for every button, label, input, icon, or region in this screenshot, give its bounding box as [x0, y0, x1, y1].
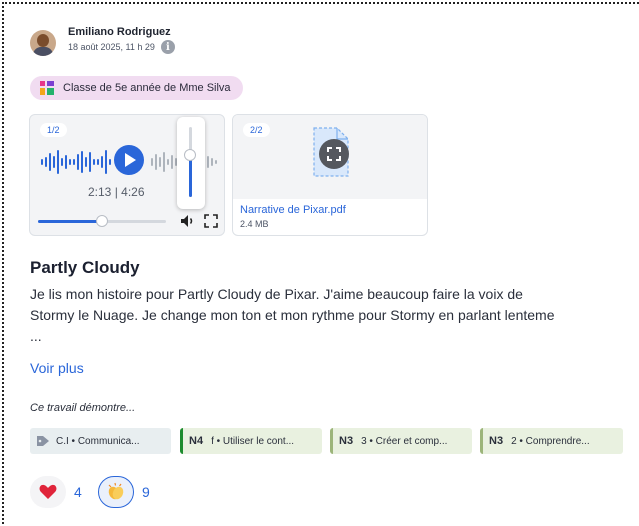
document-card[interactable]: 2/2 Narrative de Pixar.pdf 2.4 MB — [232, 114, 428, 236]
post-title: Partly Cloudy — [30, 258, 140, 277]
skill-tag[interactable]: N3 3 • Créer et comp... — [330, 428, 472, 454]
time-display: 2:13 | 4:26 — [88, 185, 145, 199]
volume-thumb[interactable] — [184, 149, 196, 161]
seek-thumb[interactable] — [96, 215, 108, 227]
skill-tag-text: 3 • Créer et comp... — [361, 435, 448, 447]
class-pill[interactable]: Classe de 5e année de Mme Silva — [30, 76, 243, 100]
info-icon[interactable]: i — [160, 40, 175, 54]
skill-tag[interactable]: N4 f • Utiliser le cont... — [180, 428, 322, 454]
document-size: 2.4 MB — [240, 219, 269, 229]
skill-tag[interactable]: C.I • Communica... — [30, 428, 171, 454]
post-header: Emiliano Rodriguez 18 août 2025, 11 h 29… — [30, 26, 175, 56]
tag-icon — [37, 436, 49, 446]
speaker-icon[interactable] — [180, 214, 196, 228]
skill-level: N4 — [189, 435, 204, 447]
audio-player-card[interactable]: 1/2 2:13 | 4:26 — [29, 114, 225, 236]
volume-slider[interactable] — [184, 127, 196, 197]
document-name[interactable]: Narrative de Pixar.pdf — [240, 204, 346, 216]
volume-level — [189, 155, 192, 197]
heart-count: 4 — [74, 484, 82, 500]
author-block: Emiliano Rodriguez 18 août 2025, 11 h 29… — [68, 26, 175, 54]
media-counter: 1/2 — [40, 123, 67, 137]
class-icon — [40, 81, 54, 95]
skill-level: N3 — [489, 435, 504, 447]
skill-tag-text: f • Utiliser le cont... — [211, 435, 295, 447]
avatar[interactable] — [30, 30, 56, 56]
heart-reaction: 4 — [30, 476, 82, 508]
expand-icon[interactable] — [319, 139, 349, 169]
post-description: Je lis mon histoire pour Partly Cloudy d… — [30, 286, 555, 344]
clap-count: 9 — [142, 484, 150, 500]
fullscreen-icon[interactable] — [204, 214, 218, 228]
clapping-hands-icon — [108, 482, 124, 500]
skill-tag-text: 2 • Comprendre... — [511, 435, 590, 447]
skill-tag-text: C.I • Communica... — [56, 435, 140, 447]
skill-tag[interactable]: N3 2 • Comprendre... — [480, 428, 623, 454]
see-more-link[interactable]: Voir plus — [30, 360, 84, 376]
skill-level: N3 — [339, 435, 354, 447]
class-name: Classe de 5e année de Mme Silva — [63, 82, 231, 94]
volume-popup — [177, 117, 205, 209]
author-name[interactable]: Emiliano Rodriguez — [68, 26, 175, 38]
seek-progress — [38, 220, 102, 223]
clap-reaction: 9 — [98, 476, 150, 508]
play-button[interactable] — [114, 145, 144, 175]
clap-button[interactable] — [98, 476, 134, 508]
heart-button[interactable] — [30, 476, 66, 508]
seek-slider[interactable] — [38, 215, 166, 227]
post-timestamp: 18 août 2025, 11 h 29 — [68, 42, 155, 52]
heart-icon — [39, 484, 57, 499]
skills-label: Ce travail démontre... — [30, 402, 136, 414]
media-counter: 2/2 — [243, 123, 270, 137]
